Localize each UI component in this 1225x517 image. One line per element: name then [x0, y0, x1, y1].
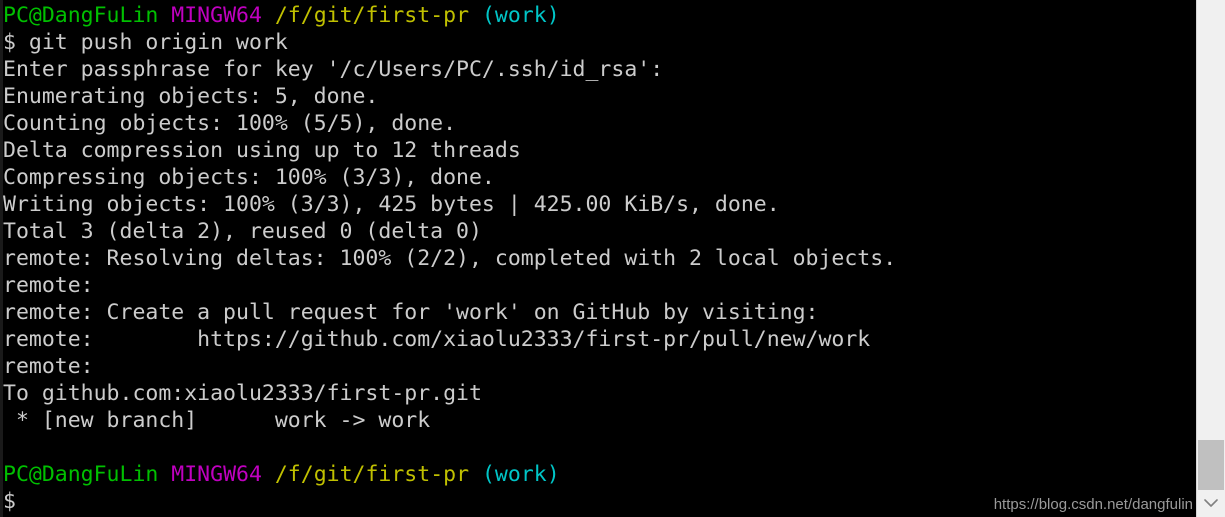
- chevron-down-icon: [1204, 499, 1218, 508]
- prompt-line: PC@DangFuLin MINGW64 /f/git/first-pr (wo…: [3, 2, 1196, 29]
- final-prompt-symbol: $: [3, 489, 16, 514]
- scrollbar-down-button[interactable]: [1197, 490, 1225, 517]
- final-prompt-line: PC@DangFuLin MINGW64 /f/git/first-pr (wo…: [3, 461, 1196, 488]
- output-line: Total 3 (delta 2), reused 0 (delta 0): [3, 219, 482, 244]
- output-line: remote:: [3, 273, 94, 298]
- output-line: To github.com:xiaolu2333/first-pr.git: [3, 381, 482, 406]
- output-line: remote: Create a pull request for 'work'…: [3, 300, 819, 325]
- output-line: Compressing objects: 100% (3/3), done.: [3, 165, 495, 190]
- command-text: git push origin work: [15, 30, 288, 55]
- terminal-left-edge: [0, 0, 3, 517]
- output-line: Enter passphrase for key '/c/Users/PC/.s…: [3, 57, 664, 82]
- output-line-blank: [3, 434, 1196, 461]
- output-line: Delta compression using up to 12 threads: [3, 138, 521, 163]
- output-line: * [new branch] work -> work: [3, 408, 431, 433]
- output-line: remote: Resolving deltas: 100% (2/2), co…: [3, 246, 897, 271]
- vertical-scrollbar[interactable]: [1196, 0, 1225, 517]
- output-line: Enumerating objects: 5, done.: [3, 84, 379, 109]
- final-prompt-space-3: [469, 462, 482, 487]
- prompt-shell: MINGW64: [171, 3, 262, 28]
- prompt-space-3: [469, 3, 482, 28]
- terminal-output-area[interactable]: PC@DangFuLin MINGW64 /f/git/first-pr (wo…: [0, 0, 1196, 517]
- prompt-symbol: $: [3, 30, 16, 55]
- prompt-space-1: [158, 3, 171, 28]
- prompt-space-2: [262, 3, 275, 28]
- output-line: remote:: [3, 354, 94, 379]
- terminal-window: PC@DangFuLin MINGW64 /f/git/first-pr (wo…: [0, 0, 1225, 517]
- output-line: Counting objects: 100% (5/5), done.: [3, 111, 457, 136]
- prompt-user-host: PC@DangFuLin: [3, 3, 159, 28]
- final-prompt-path: /f/git/first-pr: [274, 462, 470, 487]
- final-prompt-branch: (work): [481, 462, 560, 487]
- prompt-path: /f/git/first-pr: [274, 3, 470, 28]
- output-line-pull-request-url: remote: https://github.com/xiaolu2333/fi…: [3, 327, 871, 352]
- command-line: $ git push origin work: [3, 29, 1196, 56]
- output-line: Writing objects: 100% (3/3), 425 bytes |…: [3, 192, 780, 217]
- scrollbar-thumb[interactable]: [1198, 440, 1224, 490]
- watermark-text: https://blog.csdn.net/dangfulin: [993, 496, 1193, 513]
- prompt-branch: (work): [481, 3, 560, 28]
- final-prompt-user-host: PC@DangFuLin: [3, 462, 159, 487]
- final-prompt-space-2: [262, 462, 275, 487]
- final-prompt-space-1: [158, 462, 171, 487]
- final-prompt-shell: MINGW64: [171, 462, 262, 487]
